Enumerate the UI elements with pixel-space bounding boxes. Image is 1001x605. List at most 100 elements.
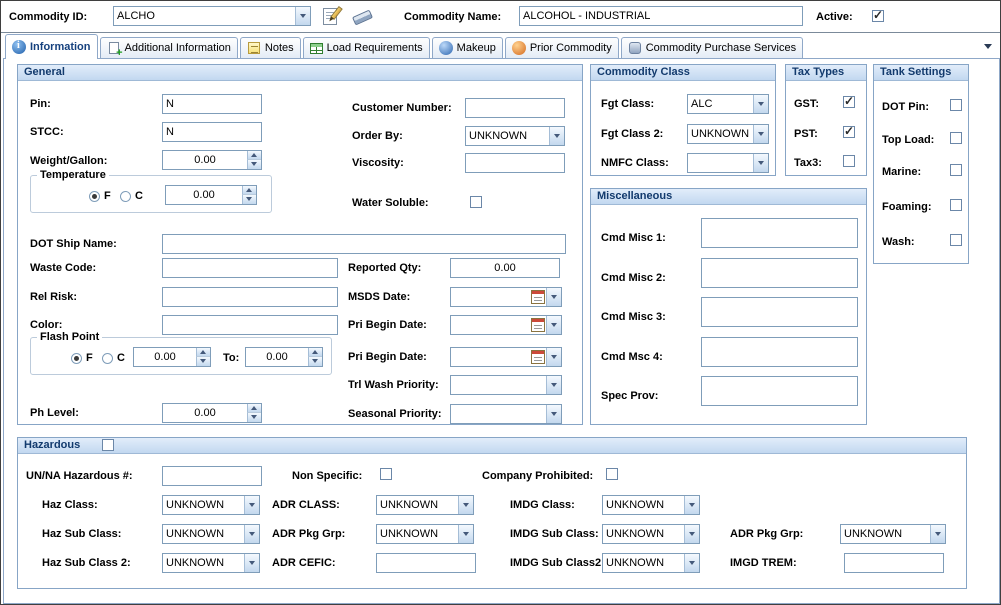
- spin-down-icon[interactable]: [196, 357, 210, 366]
- top-load-checkbox[interactable]: [950, 132, 962, 144]
- tab-prior-commodity[interactable]: Prior Commodity: [505, 37, 619, 58]
- temperature-value[interactable]: [166, 186, 242, 204]
- imdg-sub-class-2-value[interactable]: [603, 554, 684, 572]
- chevron-down-icon[interactable]: [684, 554, 699, 572]
- chevron-down-icon[interactable]: [458, 496, 473, 514]
- adr-pkg-grp-2-value[interactable]: [841, 525, 930, 543]
- imdg-sub-class-2-select[interactable]: [602, 553, 700, 573]
- chevron-down-icon[interactable]: [684, 496, 699, 514]
- chevron-down-icon[interactable]: [244, 554, 259, 572]
- spin-down-icon[interactable]: [308, 357, 322, 366]
- temperature-f-radio[interactable]: [89, 191, 100, 202]
- spec-prov-input[interactable]: [701, 376, 858, 406]
- ph-level-value[interactable]: [163, 404, 247, 422]
- chevron-down-icon[interactable]: [753, 154, 768, 172]
- pst-checkbox[interactable]: [843, 126, 855, 138]
- dot-ship-name-input[interactable]: [162, 234, 566, 254]
- flash-point-spinner[interactable]: [133, 347, 211, 367]
- spin-down-icon[interactable]: [247, 160, 261, 169]
- chevron-down-icon[interactable]: [458, 525, 473, 543]
- fgt-class-2-value[interactable]: [688, 125, 753, 143]
- dot-pin-checkbox[interactable]: [950, 99, 962, 111]
- water-soluble-checkbox[interactable]: [470, 196, 482, 208]
- viscosity-input[interactable]: [465, 153, 565, 173]
- rel-risk-input[interactable]: [162, 287, 338, 307]
- spin-up-icon[interactable]: [196, 348, 210, 357]
- edit-icon[interactable]: [321, 5, 345, 29]
- spin-up-icon[interactable]: [247, 151, 261, 160]
- chevron-down-icon[interactable]: [930, 525, 945, 543]
- imdg-sub-class-value[interactable]: [603, 525, 684, 543]
- tab-overflow-chevron-icon[interactable]: [984, 44, 992, 49]
- chevron-down-icon[interactable]: [244, 525, 259, 543]
- spin-down-icon[interactable]: [247, 413, 261, 422]
- tab-commodity-purchase-services[interactable]: Commodity Purchase Services: [621, 37, 803, 58]
- fgt-class-select[interactable]: [687, 94, 769, 114]
- cmd-misc-2-input[interactable]: [701, 258, 858, 288]
- chevron-down-icon[interactable]: [684, 525, 699, 543]
- non-specific-checkbox[interactable]: [380, 468, 392, 480]
- adr-pkg-grp-2-select[interactable]: [840, 524, 946, 544]
- order-by-select[interactable]: [465, 126, 565, 146]
- adr-class-value[interactable]: [377, 496, 458, 514]
- pin-input[interactable]: [162, 94, 262, 114]
- calendar-icon[interactable]: [531, 290, 545, 304]
- chevron-down-icon[interactable]: [244, 496, 259, 514]
- chevron-down-icon[interactable]: [546, 288, 561, 306]
- company-prohibited-checkbox[interactable]: [606, 468, 618, 480]
- cmd-msc-4-input[interactable]: [701, 337, 858, 367]
- flash-point-to-value[interactable]: [246, 348, 308, 366]
- temperature-spinner[interactable]: [165, 185, 257, 205]
- pri-begin-date-picker[interactable]: [450, 315, 562, 335]
- nmfc-class-select[interactable]: [687, 153, 769, 173]
- un-na-hazardous-input[interactable]: [162, 466, 262, 486]
- haz-class-select[interactable]: [162, 495, 260, 515]
- stcc-input[interactable]: [162, 122, 262, 142]
- pri-begin-date-2-value[interactable]: [451, 348, 529, 366]
- flash-point-value[interactable]: [134, 348, 196, 366]
- chevron-down-icon[interactable]: [546, 376, 561, 394]
- imdg-sub-class-select[interactable]: [602, 524, 700, 544]
- commodity-id-value[interactable]: [114, 7, 295, 25]
- chevron-down-icon[interactable]: [546, 348, 561, 366]
- chevron-down-icon[interactable]: [753, 95, 768, 113]
- calendar-icon[interactable]: [531, 350, 545, 364]
- pri-begin-date-value[interactable]: [451, 316, 529, 334]
- tab-information[interactable]: Information: [5, 34, 98, 59]
- order-by-value[interactable]: [466, 127, 549, 145]
- pri-begin-date-2-picker[interactable]: [450, 347, 562, 367]
- color-input[interactable]: [162, 315, 338, 335]
- imdg-class-select[interactable]: [602, 495, 700, 515]
- waste-code-input[interactable]: [162, 258, 338, 278]
- imgd-trem-input[interactable]: [844, 553, 944, 573]
- msds-date-value[interactable]: [451, 288, 529, 306]
- cmd-misc-3-input[interactable]: [701, 297, 858, 327]
- adr-pkg-grp-value[interactable]: [377, 525, 458, 543]
- weight-gallon-spinner[interactable]: [162, 150, 262, 170]
- trl-wash-priority-value[interactable]: [451, 376, 546, 394]
- imdg-class-value[interactable]: [603, 496, 684, 514]
- haz-sub-class-2-value[interactable]: [163, 554, 244, 572]
- adr-class-select[interactable]: [376, 495, 474, 515]
- temperature-c-radio[interactable]: [120, 191, 131, 202]
- tab-notes[interactable]: Notes: [240, 37, 301, 58]
- hazardous-checkbox[interactable]: [102, 439, 114, 451]
- spin-up-icon[interactable]: [308, 348, 322, 357]
- haz-sub-class-select[interactable]: [162, 524, 260, 544]
- fgt-class-value[interactable]: [688, 95, 753, 113]
- spin-up-icon[interactable]: [247, 404, 261, 413]
- eraser-icon[interactable]: [351, 5, 375, 29]
- foaming-checkbox[interactable]: [950, 199, 962, 211]
- flash-point-c-radio[interactable]: [102, 353, 113, 364]
- wash-checkbox[interactable]: [950, 234, 962, 246]
- chevron-down-icon[interactable]: [546, 316, 561, 334]
- haz-sub-class-value[interactable]: [163, 525, 244, 543]
- adr-pkg-grp-select[interactable]: [376, 524, 474, 544]
- commodity-name-input[interactable]: [519, 6, 803, 26]
- marine-checkbox[interactable]: [950, 164, 962, 176]
- chevron-down-icon[interactable]: [549, 127, 564, 145]
- weight-gallon-value[interactable]: [163, 151, 247, 169]
- calendar-icon[interactable]: [531, 318, 545, 332]
- haz-sub-class-2-select[interactable]: [162, 553, 260, 573]
- flash-point-to-spinner[interactable]: [245, 347, 323, 367]
